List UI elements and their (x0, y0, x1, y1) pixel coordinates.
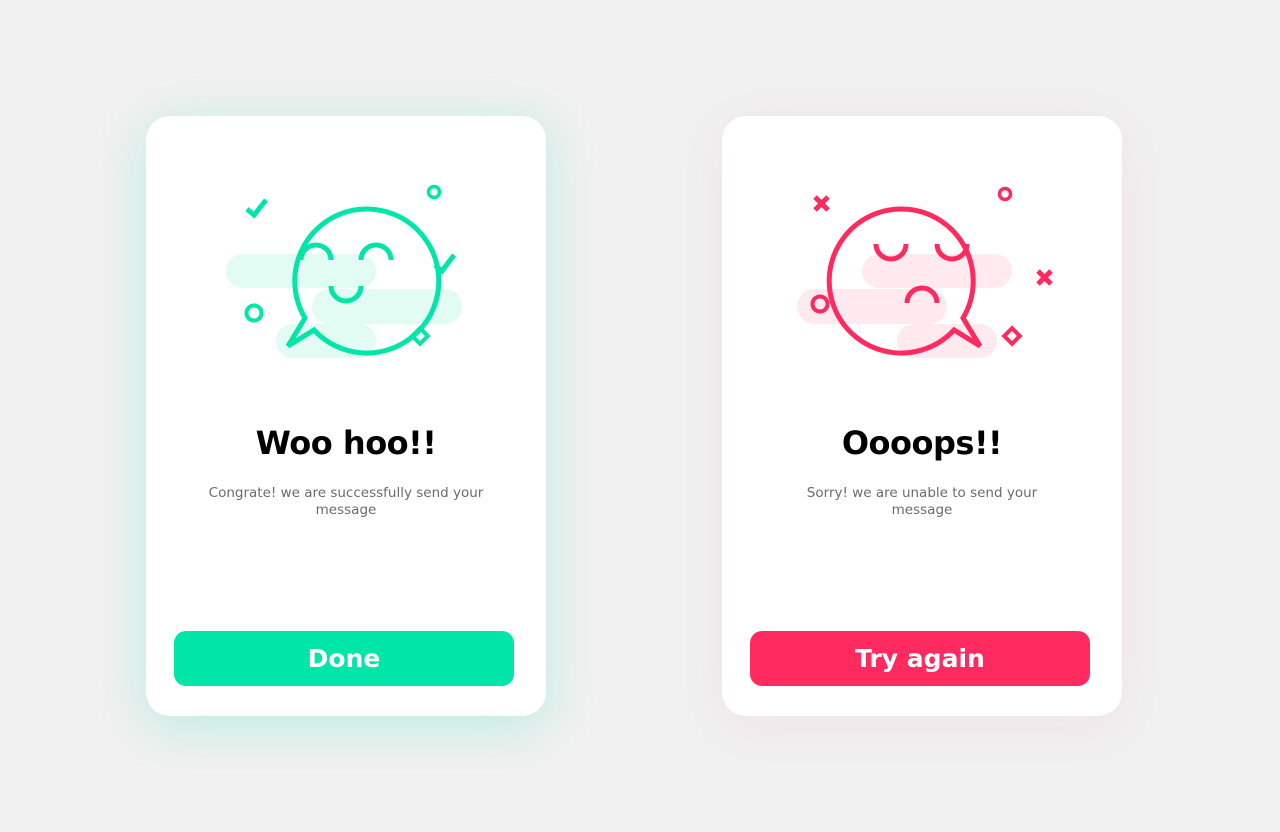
cross-icon (813, 195, 830, 212)
try-again-button[interactable]: Try again (750, 631, 1090, 686)
error-message: Sorry! we are unable to send your messag… (806, 485, 1038, 518)
happy-speech-bubble-icon (226, 184, 462, 358)
circle-decor-icon (426, 184, 442, 200)
decor-pill (797, 289, 947, 324)
sad-speech-bubble-icon (797, 186, 1053, 358)
error-card: Oooops!! Sorry! we are unable to send yo… (722, 116, 1122, 716)
done-button[interactable]: Done (174, 631, 514, 686)
diamond-decor-icon (1001, 325, 1023, 347)
success-title: Woo hoo!! (255, 424, 437, 462)
check-icon (245, 198, 268, 219)
cross-icon (1036, 269, 1053, 286)
success-card: Woo hoo!! Congrate! we are successfully … (146, 116, 546, 716)
circle-decor-icon (997, 186, 1013, 202)
eye-left (873, 243, 909, 262)
error-title: Oooops!! (841, 424, 1003, 462)
diamond-decor-icon (409, 325, 431, 347)
circle-decor-icon (244, 303, 264, 323)
success-message: Congrate! we are successfully send your … (208, 485, 484, 518)
